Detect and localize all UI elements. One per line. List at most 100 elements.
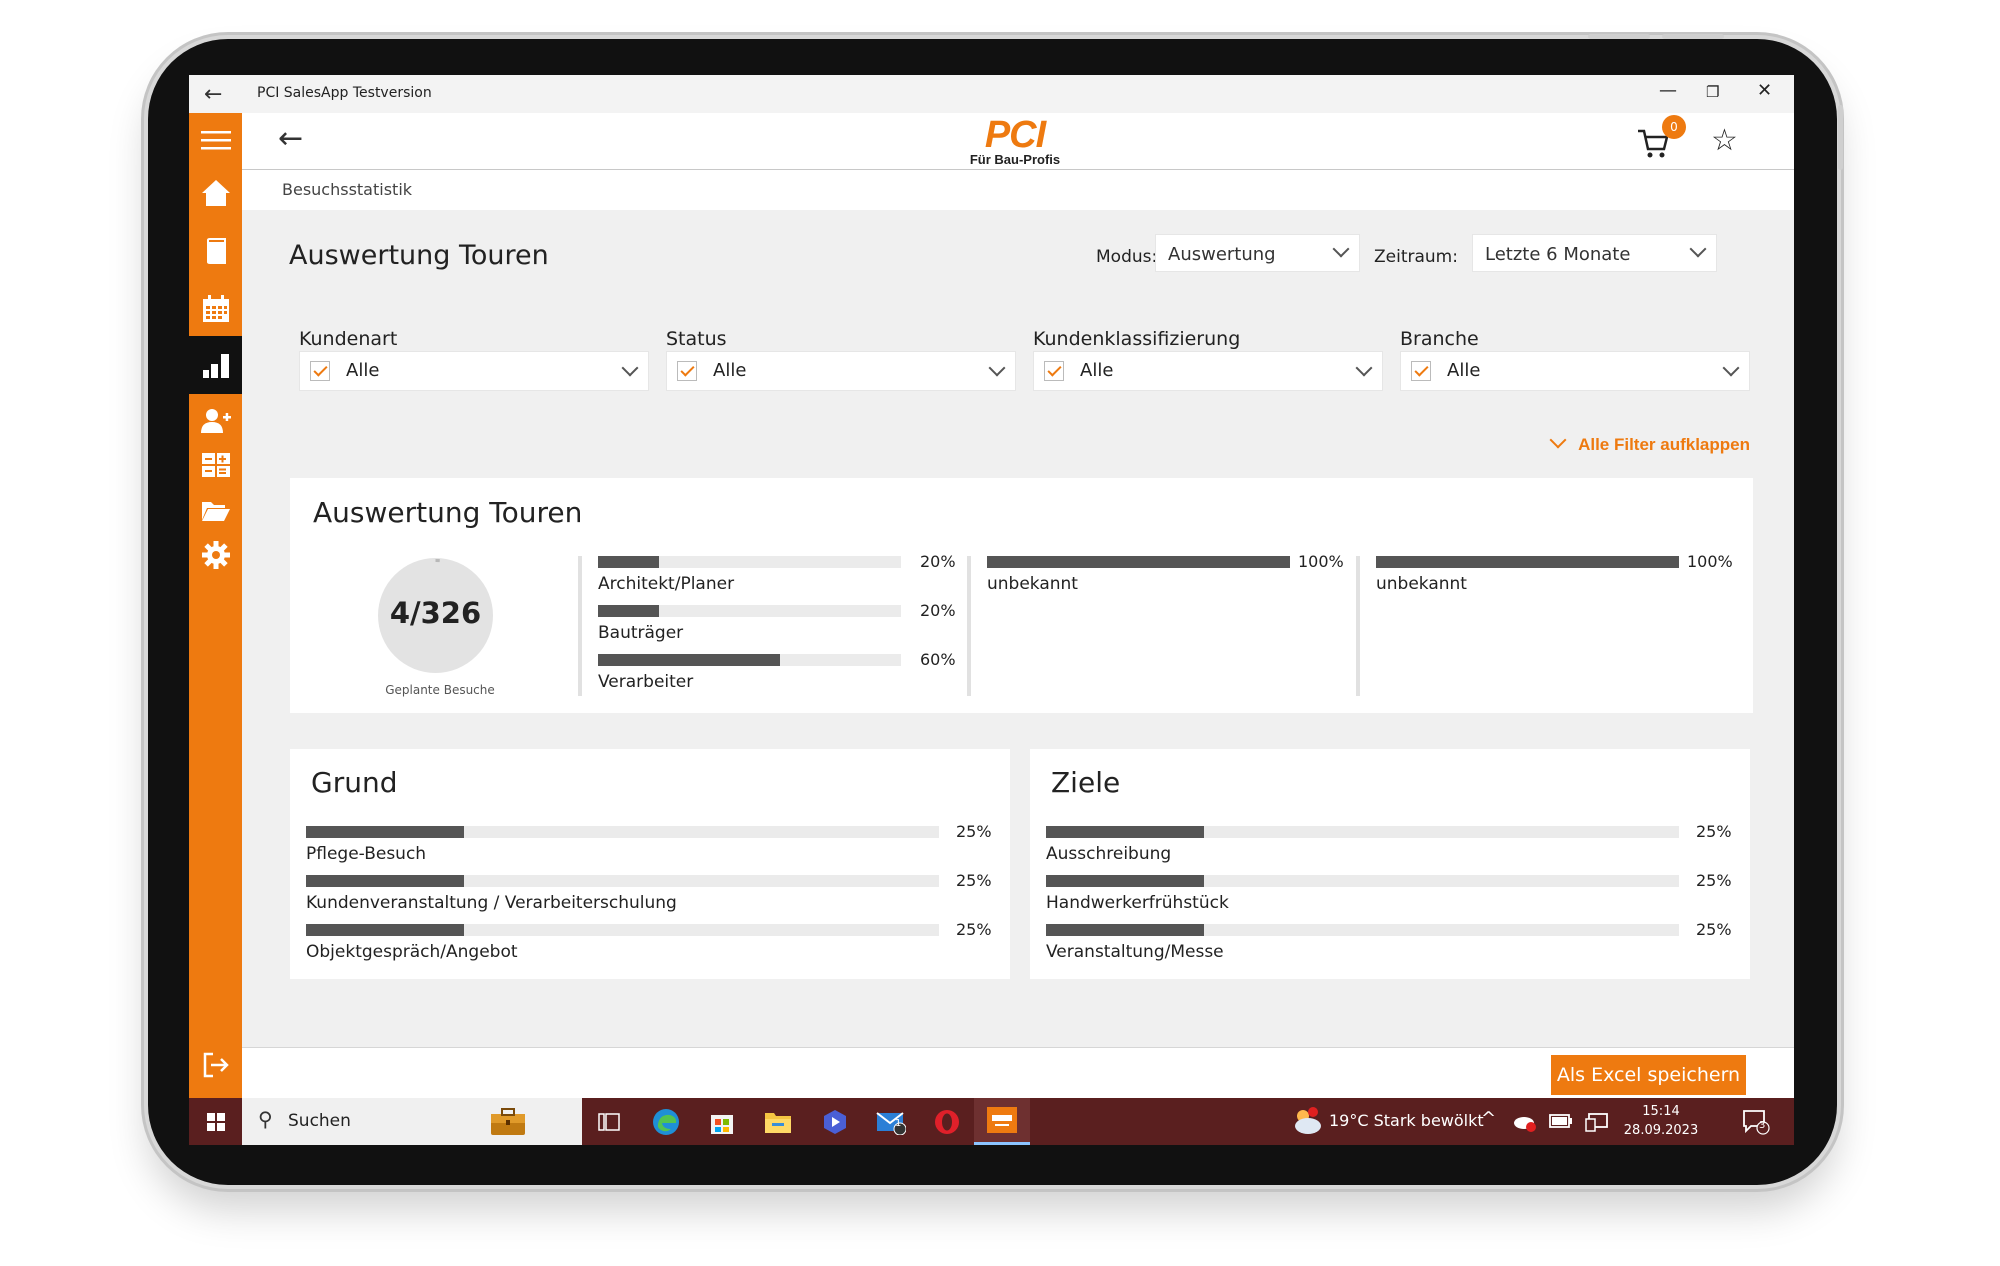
home-icon[interactable] bbox=[189, 173, 242, 213]
bar-label: unbekannt bbox=[987, 574, 1078, 594]
filter-value: Alle bbox=[1080, 360, 1114, 381]
app-header: ← PCI Für Bau-Profis 0 ☆ bbox=[242, 113, 1794, 170]
chevron-down-icon bbox=[621, 359, 639, 377]
filter-label-kundenart: Kundenart bbox=[299, 328, 398, 350]
modus-select[interactable]: Auswertung bbox=[1155, 234, 1360, 272]
add-customer-icon[interactable] bbox=[189, 401, 242, 441]
calculator-icon[interactable] bbox=[189, 445, 242, 485]
pci-app-taskbar-button[interactable] bbox=[974, 1098, 1030, 1145]
windows-start-icon[interactable] bbox=[189, 1098, 242, 1145]
device-button bbox=[1662, 34, 1724, 39]
column-divider bbox=[1356, 556, 1360, 696]
close-button[interactable]: ✕ bbox=[1757, 80, 1772, 101]
catalog-icon[interactable] bbox=[189, 231, 242, 271]
save-excel-button[interactable]: Als Excel speichern bbox=[1551, 1055, 1746, 1095]
checkbox-checked-icon[interactable] bbox=[677, 361, 697, 381]
restore-button[interactable]: ❐ bbox=[1706, 83, 1719, 101]
opera-browser-icon[interactable] bbox=[932, 1107, 962, 1137]
footer-bar: Als Excel speichern bbox=[242, 1047, 1794, 1099]
modus-value: Auswertung bbox=[1168, 244, 1276, 265]
breadcrumb: Besuchsstatistik bbox=[242, 170, 1794, 210]
zeitraum-value: Letzte 6 Monate bbox=[1485, 244, 1631, 265]
settings-gear-icon[interactable] bbox=[189, 535, 242, 575]
filter-label-kundenklassifizierung: Kundenklassifizierung bbox=[1033, 328, 1241, 350]
bar-track bbox=[598, 654, 901, 666]
page-title: Auswertung Touren bbox=[289, 240, 549, 271]
app-screen: ← PCI SalesApp Testversion — ❐ ✕ ← PCI F… bbox=[189, 75, 1794, 1145]
favorite-star-icon[interactable]: ☆ bbox=[1711, 123, 1738, 158]
bar-percent: 25% bbox=[956, 920, 992, 939]
task-view-icon[interactable] bbox=[594, 1107, 624, 1137]
tour-card-title: Auswertung Touren bbox=[313, 496, 583, 529]
bar-row: 25% Ausschreibung bbox=[1046, 822, 1746, 876]
bar-percent: 20% bbox=[920, 601, 956, 620]
notification-center-icon[interactable]: 3 bbox=[1742, 1109, 1770, 1139]
bar-label: Handwerkerfrühstück bbox=[1046, 893, 1229, 913]
bar-fill bbox=[598, 654, 780, 666]
taskbar-clock[interactable]: 15:14 28.09.2023 bbox=[1621, 1102, 1701, 1140]
bar-track bbox=[598, 556, 901, 568]
filter-value: Alle bbox=[713, 360, 747, 381]
filter-status[interactable]: Alle bbox=[666, 351, 1016, 391]
chevron-down-icon bbox=[1689, 240, 1707, 258]
search-icon: ⚲ bbox=[258, 1107, 273, 1131]
bar-label: Bauträger bbox=[598, 623, 684, 643]
bar-fill bbox=[1046, 875, 1205, 887]
checkbox-checked-icon[interactable] bbox=[310, 361, 330, 381]
menu-icon[interactable] bbox=[189, 120, 242, 160]
ziele-card: Ziele 25% Ausschreibung 25% Handwerkerfrühs… bbox=[1030, 749, 1750, 979]
bar-track bbox=[306, 826, 939, 838]
planned-visits-donut: 4/326 bbox=[378, 558, 493, 673]
checkbox-checked-icon[interactable] bbox=[1411, 361, 1431, 381]
bar-label: Ausschreibung bbox=[1046, 844, 1172, 864]
window-back-button[interactable]: ← bbox=[204, 82, 222, 107]
bar-track bbox=[306, 924, 939, 936]
expand-filters-link[interactable]: Alle Filter aufklappen bbox=[1549, 431, 1750, 455]
bar-row: 25% Pflege-Besuch bbox=[306, 822, 1006, 876]
folder-icon[interactable] bbox=[189, 490, 242, 530]
logo-sub: Für Bau-Profis bbox=[969, 152, 1061, 167]
chevron-down-icon bbox=[1355, 359, 1373, 377]
bar-row: 100% unbekannt bbox=[987, 552, 1348, 606]
bar-percent: 25% bbox=[956, 822, 992, 841]
filter-kundenklassifizierung[interactable]: Alle bbox=[1033, 351, 1383, 391]
network-icon[interactable] bbox=[1585, 1112, 1609, 1136]
checkbox-checked-icon[interactable] bbox=[1044, 361, 1064, 381]
calendar-icon[interactable] bbox=[189, 289, 242, 329]
bar-label: Objektgespräch/Angebot bbox=[306, 942, 518, 962]
bar-fill bbox=[598, 556, 659, 568]
bar-track bbox=[1046, 924, 1679, 936]
weather-text[interactable]: 19°C Stark bewölkt bbox=[1329, 1111, 1484, 1130]
onedrive-error-icon[interactable] bbox=[1513, 1111, 1537, 1137]
bar-row: 60% Verarbeiter bbox=[598, 650, 970, 704]
bar-label: Pflege-Besuch bbox=[306, 844, 427, 864]
notification-badge: 3 bbox=[1759, 1120, 1766, 1131]
donut-label: Geplante Besuche bbox=[385, 683, 495, 697]
back-button[interactable]: ← bbox=[278, 121, 303, 156]
bar-percent: 100% bbox=[1687, 552, 1733, 571]
filter-value: Alle bbox=[1447, 360, 1481, 381]
mail-icon[interactable]: 1 bbox=[876, 1107, 906, 1137]
edge-browser-icon[interactable] bbox=[651, 1107, 681, 1137]
taskbar-search-input[interactable]: ⚲ Suchen bbox=[242, 1098, 582, 1145]
minimize-button[interactable]: — bbox=[1659, 80, 1677, 101]
store-icon[interactable] bbox=[707, 1107, 737, 1137]
weather-cloud-icon[interactable] bbox=[1291, 1106, 1323, 1136]
tour-card: Auswertung Touren 4/326 Geplante Besuche… bbox=[290, 478, 1753, 713]
bar-row: 20% Bauträger bbox=[598, 601, 970, 655]
zeitraum-select[interactable]: Letzte 6 Monate bbox=[1472, 234, 1717, 272]
battery-icon[interactable] bbox=[1549, 1112, 1573, 1134]
logout-icon[interactable] bbox=[189, 1045, 242, 1085]
bar-label: Veranstaltung/Messe bbox=[1046, 942, 1224, 962]
modus-label: Modus: bbox=[1096, 247, 1158, 267]
pci-logo: PCI Für Bau-Profis bbox=[965, 116, 1065, 167]
bar-fill bbox=[306, 826, 465, 838]
statistics-icon[interactable] bbox=[189, 336, 242, 394]
filter-branche[interactable]: Alle bbox=[1400, 351, 1750, 391]
chevron-up-icon[interactable]: ^ bbox=[1481, 1108, 1496, 1129]
file-explorer-icon[interactable] bbox=[763, 1107, 793, 1137]
device-button bbox=[1838, 105, 1843, 170]
bar-track bbox=[1046, 875, 1679, 887]
filter-kundenart[interactable]: Alle bbox=[299, 351, 649, 391]
media-player-icon[interactable] bbox=[820, 1107, 850, 1137]
